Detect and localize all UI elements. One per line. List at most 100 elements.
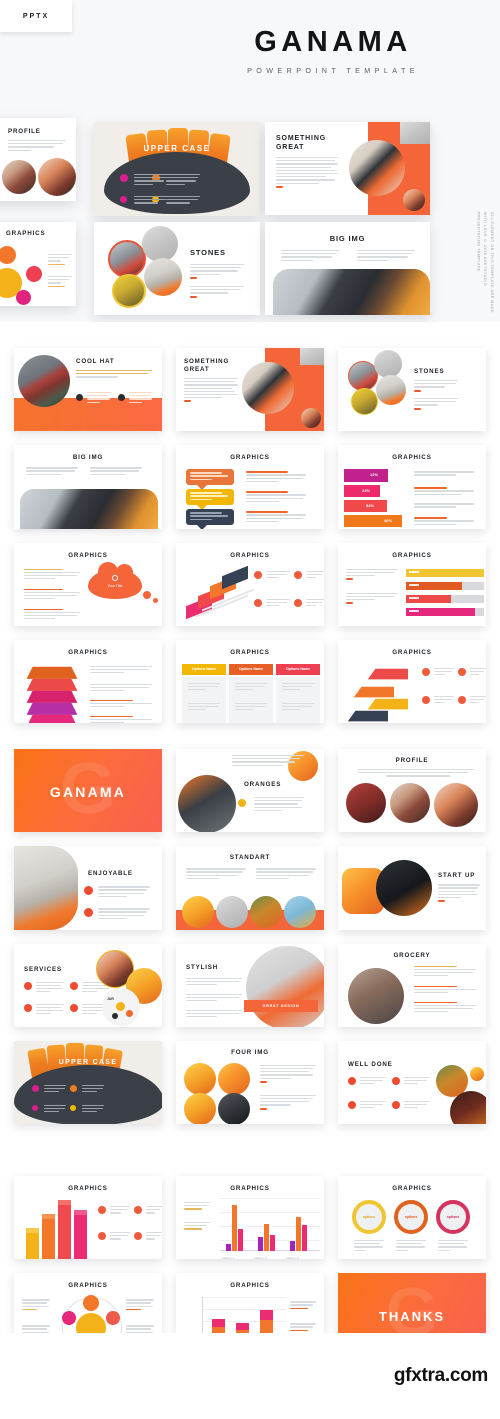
table-row <box>229 676 273 723</box>
chart-legend <box>290 1323 316 1333</box>
slide-four-img[interactable]: FOUR IMG <box>176 1040 324 1124</box>
slide-start-up[interactable]: START UP <box>338 846 486 930</box>
cloud-label: Your Title <box>107 583 123 588</box>
photo-thumb <box>470 1066 484 1081</box>
slide-ganama-cover[interactable]: G GANAMA <box>14 749 162 833</box>
hero-slide-title: SOMETHING GREAT <box>276 135 327 151</box>
slide-graphics-slabs[interactable]: GRAPHICS <box>338 639 486 723</box>
slide-title: GRAPHICS <box>68 1282 108 1290</box>
photo-thumb <box>346 783 386 823</box>
ring-chart: options <box>352 1200 386 1234</box>
slide-graphics-cloud[interactable]: GRAPHICS Your Title <box>14 542 162 626</box>
bullet-dot <box>70 981 78 990</box>
great-design-label: GREAT DESIGN <box>262 1003 300 1008</box>
slide-grid: COOL HAT SOMETHING GREAT STONES BIG IMG … <box>0 348 500 723</box>
location-pin-icon <box>112 574 118 581</box>
slide-title: ORANGES <box>244 781 282 788</box>
hero-slide-graphics[interactable]: GRAPHICS <box>0 222 76 306</box>
accent-dot <box>118 394 125 401</box>
slide-graphics-percent-bars[interactable]: GRAPHICS 12% 23% 54% 40% <box>338 445 486 529</box>
photo-thumb <box>18 355 70 407</box>
slide-chart-grouped-columns[interactable]: GRAPHICS Category 1 Category 2 Category … <box>176 1176 324 1260</box>
slide-title: GROCERY <box>393 951 431 959</box>
slide-big-img[interactable]: BIG IMG <box>14 445 162 529</box>
hero-slide-upper-case[interactable]: UPPER CASE <box>94 122 260 216</box>
photo-thumb <box>242 362 294 414</box>
bubble-node <box>26 266 42 282</box>
credits-vertical-text: ALL ELEMENT ON THIS TEMPLATE ARE MADE WI… <box>476 212 494 314</box>
table-header-label: Options Name <box>238 666 264 671</box>
slide-profile[interactable]: PROFILE <box>338 749 486 833</box>
brand-block: GANAMA POWERPOINT TEMPLATE <box>188 26 478 76</box>
accent-dot <box>238 799 246 807</box>
slide-title: GRAPHICS <box>230 648 270 656</box>
page-title: GANAMA <box>254 26 412 58</box>
number-bullet <box>134 1206 142 1214</box>
slide-upper-case[interactable]: UPPER CASE <box>14 1040 162 1124</box>
slide-cool-hat[interactable]: COOL HAT <box>14 348 162 432</box>
number-bullet <box>294 598 302 607</box>
slide-something-great[interactable]: SOMETHING GREAT <box>176 348 324 432</box>
slide-standart[interactable]: STANDART <box>176 846 324 930</box>
accent-dot <box>70 1104 76 1111</box>
hero-slide-stones[interactable]: STONES <box>94 222 260 315</box>
pptx-format-tab[interactable]: PPTX <box>0 0 72 32</box>
section-content-slides: G GANAMA ORANGES PROFILE ENJOYABLE STAND… <box>0 749 500 1124</box>
ring-label: options <box>404 1215 418 1219</box>
slide-title: STANDART <box>229 854 271 862</box>
hero-slide-title: GRAPHICS <box>6 230 46 237</box>
bullet-dot <box>348 1100 356 1109</box>
slide-graphics-layers[interactable]: GRAPHICS <box>14 639 162 723</box>
photo-thumb: JUR <box>102 987 140 1026</box>
slide-enjoyable[interactable]: ENJOYABLE <box>14 846 162 930</box>
slide-grid: GRAPHICS GRAPHICS Category 1 Category 2 … <box>0 1176 500 1357</box>
slide-grocery[interactable]: GROCERY <box>338 943 486 1027</box>
slide-title: COOL HAT <box>76 358 115 365</box>
bar-value-label: 54% <box>366 503 375 509</box>
slide-well-done[interactable]: WELL DONE <box>338 1040 486 1124</box>
slide-graphics-bubbles[interactable]: GRAPHICS <box>176 445 324 529</box>
hero-slide-profile[interactable]: PROFILE <box>0 118 76 201</box>
hero-slide-big-img[interactable]: BIG IMG <box>265 222 430 315</box>
slide-graphics-track-bars[interactable]: GRAPHICS <box>338 542 486 626</box>
table-row <box>276 676 320 723</box>
photo-thumb <box>300 348 324 365</box>
slide-stones[interactable]: STONES <box>338 348 486 432</box>
slide-title: BIG IMG <box>72 454 104 462</box>
great-design-button[interactable]: GREAT DESIGN <box>244 999 318 1012</box>
photo-thumb <box>374 350 402 378</box>
photo-thumb <box>182 896 214 929</box>
chart-legend <box>184 1202 210 1212</box>
slide-graphics-stairs[interactable]: GRAPHICS <box>176 542 324 626</box>
slide-title: PROFILE <box>395 757 429 764</box>
number-bullet <box>134 1232 142 1240</box>
hero-slide-something-great[interactable]: SOMETHING GREAT <box>265 122 430 215</box>
axis-tick-label: Category 3 <box>286 1257 299 1260</box>
accent-dot <box>120 174 128 182</box>
hero-slide-title: BIG IMG <box>329 234 366 243</box>
photo-thumb <box>250 896 282 929</box>
slide-title: GRAPHICS <box>230 454 270 462</box>
section-chart-slides: GRAPHICS GRAPHICS Category 1 Category 2 … <box>0 1176 500 1357</box>
photo-thumb <box>142 226 178 262</box>
bar-value-label: 23% <box>362 488 371 494</box>
slide-chart-option-rings[interactable]: GRAPHICS options options options <box>338 1176 486 1260</box>
slide-title: GRAPHICS <box>68 551 108 559</box>
photo-thumb <box>284 896 316 929</box>
slide-services[interactable]: SERVICES JUR <box>14 943 162 1027</box>
slide-grid: G GANAMA ORANGES PROFILE ENJOYABLE STAND… <box>0 749 500 1124</box>
slide-oranges[interactable]: ORANGES <box>176 749 324 833</box>
slide-stylish[interactable]: STYLISH GREAT DESIGN <box>176 943 324 1027</box>
page-subtitle: POWERPOINT TEMPLATE <box>247 66 419 75</box>
slide-chart-vertical-bars[interactable]: GRAPHICS <box>14 1176 162 1260</box>
slide-title: GRAPHICS <box>392 551 432 559</box>
number-bullet <box>254 598 262 607</box>
ring-label: options <box>446 1215 460 1219</box>
photo-thumb <box>218 1092 250 1124</box>
cloud-shape: Your Title <box>88 561 142 599</box>
hero-slide-title: PROFILE <box>8 128 41 135</box>
slide-graphics-table[interactable]: GRAPHICS Options Name Options Name Optio… <box>176 639 324 723</box>
slide-title: WELL DONE <box>348 1060 393 1068</box>
accent-dot <box>120 196 127 203</box>
photo-thumb <box>184 1062 216 1095</box>
